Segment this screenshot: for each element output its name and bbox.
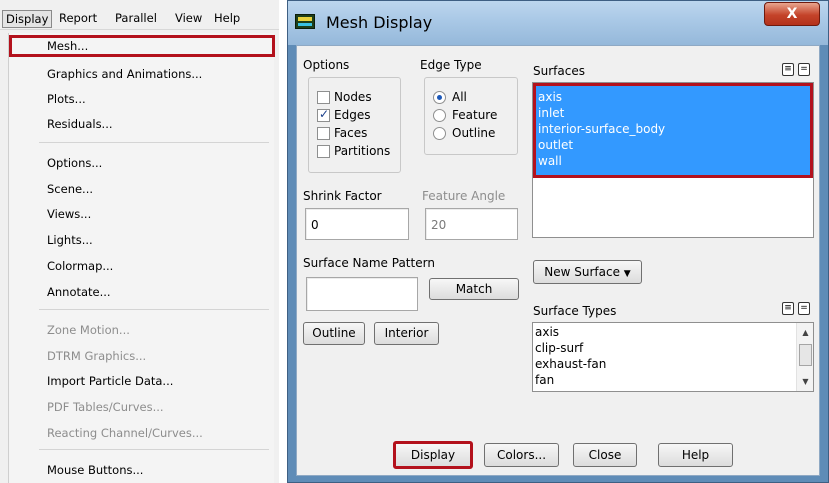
menu-item-options[interactable]: Options... <box>9 152 275 174</box>
dialog-title: Mesh Display <box>326 13 433 32</box>
match-button[interactable]: Match <box>429 278 519 300</box>
surface-type-item[interactable]: exhaust-fan <box>535 357 606 371</box>
outline-button[interactable]: Outline <box>303 322 365 345</box>
surface-item[interactable]: wall <box>538 154 562 168</box>
surface-type-item[interactable]: fan <box>535 373 554 387</box>
scroll-down-arrow-icon[interactable]: ▼ <box>797 373 814 390</box>
scroll-thumb[interactable] <box>799 344 812 366</box>
surface-name-pattern-input[interactable] <box>306 277 418 311</box>
mesh-display-dialog: Mesh Display X Options Nodes Edges Faces… <box>287 0 829 483</box>
select-all-icon[interactable]: ≡ <box>782 63 794 76</box>
menu-item-reacting-channel: Reacting Channel/Curves... <box>47 426 203 440</box>
close-button[interactable]: Close <box>573 443 637 467</box>
dialog-titlebar[interactable]: Mesh Display X <box>288 1 828 45</box>
menu-item-mouse-buttons[interactable]: Mouse Buttons... <box>9 459 275 481</box>
surface-type-item[interactable]: axis <box>535 325 559 339</box>
deselect-all-icon[interactable]: = <box>798 302 810 315</box>
checkbox-nodes-label: Nodes <box>334 90 372 104</box>
menu-item-dtrm-graphics: DTRM Graphics... <box>47 349 147 363</box>
options-heading: Options <box>303 58 350 72</box>
menu-help[interactable]: Help <box>211 10 243 28</box>
colors-button[interactable]: Colors... <box>484 443 559 467</box>
surfaces-heading: Surfaces <box>533 64 585 78</box>
menu-item-colormap[interactable]: Colormap... <box>9 255 275 277</box>
menu-item-plots[interactable]: Plots... <box>9 88 275 110</box>
checkbox-nodes[interactable] <box>317 91 330 104</box>
select-all-icon[interactable]: ≡ <box>782 302 794 315</box>
menu-item-mesh[interactable]: Mesh... <box>9 35 275 57</box>
window-close-button[interactable]: X <box>764 2 820 26</box>
menu-panel: Display Report Parallel View Help Mesh..… <box>0 0 279 483</box>
checkbox-partitions[interactable] <box>317 145 330 158</box>
feature-angle-input: 20 <box>425 208 518 240</box>
menu-item-graphics-animations[interactable]: Graphics and Animations... <box>9 63 275 85</box>
menu-view[interactable]: View <box>172 10 205 28</box>
menu-report[interactable]: Report <box>56 10 100 28</box>
menu-item-annotate[interactable]: Annotate... <box>9 281 275 303</box>
new-surface-label: New Surface <box>544 265 620 279</box>
dialog-body: Options Nodes Edges Faces Partitions Edg… <box>296 45 820 476</box>
checkbox-partitions-label: Partitions <box>334 144 391 158</box>
surface-item[interactable]: outlet <box>538 138 573 152</box>
radio-outline[interactable] <box>433 127 446 140</box>
checkbox-faces[interactable] <box>317 127 330 140</box>
dropdown-arrow-icon: ▼ <box>623 269 631 279</box>
fluent-app-icon <box>295 14 315 29</box>
menu-item-lights[interactable]: Lights... <box>9 229 275 251</box>
display-button[interactable]: Display <box>393 441 473 469</box>
surface-types-scrollbar[interactable]: ▲ ▼ <box>796 323 813 391</box>
surface-type-item[interactable]: clip-surf <box>535 341 583 355</box>
display-dropdown-menu: Mesh... Graphics and Animations... Plots… <box>8 33 275 483</box>
deselect-all-icon[interactable]: = <box>798 63 810 76</box>
radio-feature[interactable] <box>433 109 446 122</box>
menubar: Display Report Parallel View Help <box>0 8 279 30</box>
menu-item-residuals[interactable]: Residuals... <box>9 113 275 135</box>
menu-separator <box>39 449 269 450</box>
menu-item-zone-motion: Zone Motion... <box>47 323 130 337</box>
surface-item[interactable]: inlet <box>538 106 564 120</box>
shrink-factor-label: Shrink Factor <box>303 189 382 203</box>
menu-separator <box>39 142 269 143</box>
feature-angle-label: Feature Angle <box>422 189 506 203</box>
checkbox-edges-label: Edges <box>334 108 371 122</box>
surface-item[interactable]: interior-surface_body <box>538 122 665 136</box>
radio-feature-label: Feature <box>452 108 498 122</box>
help-button[interactable]: Help <box>658 443 733 467</box>
menu-item-scene[interactable]: Scene... <box>9 178 275 200</box>
checkbox-edges[interactable] <box>317 107 330 122</box>
surfaces-selection: axis inlet interior-surface_body outlet … <box>533 83 813 178</box>
menu-separator <box>39 309 269 310</box>
radio-outline-label: Outline <box>452 126 496 140</box>
radio-all-label: All <box>452 90 467 104</box>
menu-item-import-particle-data[interactable]: Import Particle Data... <box>9 370 275 392</box>
edge-type-heading: Edge Type <box>420 58 482 72</box>
surface-types-list[interactable]: axis clip-surf exhaust-fan fan ▲ ▼ <box>532 322 814 392</box>
surface-item[interactable]: axis <box>538 90 562 104</box>
surface-types-heading: Surface Types <box>533 304 617 318</box>
menu-display[interactable]: Display <box>2 10 53 28</box>
checkbox-faces-label: Faces <box>334 126 368 140</box>
shrink-factor-input[interactable]: 0 <box>305 208 409 240</box>
radio-all[interactable] <box>433 91 446 104</box>
interior-button[interactable]: Interior <box>374 322 439 345</box>
surface-name-pattern-label: Surface Name Pattern <box>303 256 435 270</box>
scroll-up-arrow-icon[interactable]: ▲ <box>797 324 814 341</box>
menu-parallel[interactable]: Parallel <box>112 10 160 28</box>
menu-item-pdf-tables: PDF Tables/Curves... <box>47 400 164 414</box>
menu-item-views[interactable]: Views... <box>9 203 275 225</box>
new-surface-dropdown[interactable]: New Surface ▼ <box>533 260 642 284</box>
